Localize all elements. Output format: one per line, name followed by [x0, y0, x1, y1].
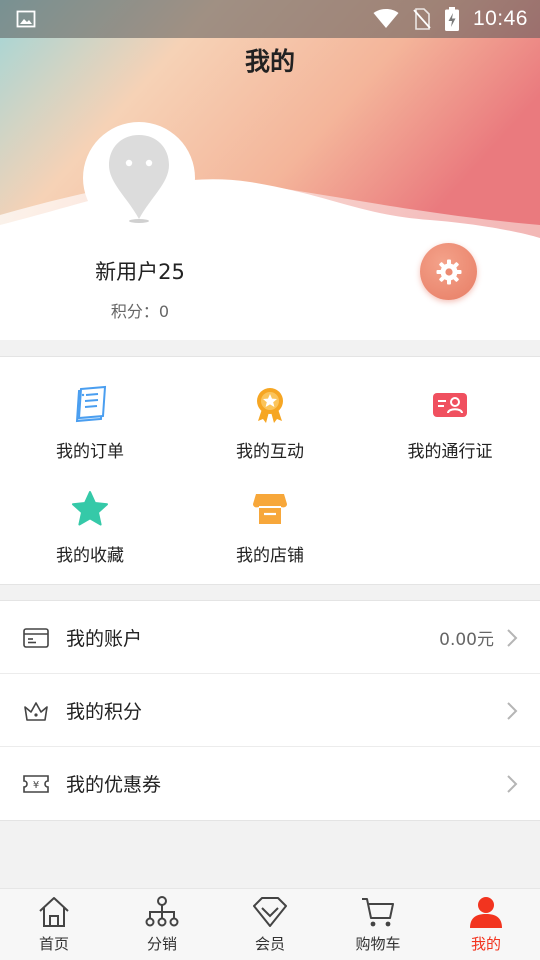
star-icon	[72, 491, 108, 526]
nav-cart[interactable]: 购物车	[324, 889, 432, 960]
grid-item-label: 我的订单	[56, 442, 124, 462]
user-icon	[470, 897, 502, 928]
chevron-right-icon	[507, 629, 518, 647]
grid-item-label: 我的互动	[236, 442, 304, 462]
nav-mine[interactable]: 我的	[432, 889, 540, 960]
profile-header: 我的 新用户25 积分：0	[0, 0, 540, 340]
nav-distribution[interactable]: 分销	[108, 889, 216, 960]
image-notification-icon	[16, 10, 36, 28]
grid-item-label: 我的店铺	[236, 546, 304, 566]
status-time: 10:46	[472, 7, 528, 30]
id-card-icon	[433, 393, 467, 417]
network-icon	[145, 896, 179, 927]
wifi-icon	[373, 9, 399, 28]
avatar-placeholder-icon	[109, 135, 169, 223]
chevron-right-icon	[507, 775, 518, 793]
list-item-label: 我的优惠券	[66, 774, 162, 796]
grid-item-interactions[interactable]: 我的互动	[180, 357, 360, 462]
chevron-right-icon	[507, 702, 518, 720]
status-bar: 10:46	[0, 0, 540, 38]
grid-item-label: 我的收藏	[56, 546, 124, 566]
points-text: 积分：0	[110, 302, 170, 321]
order-list-icon	[75, 385, 107, 423]
list-item-account[interactable]: 我的账户 0.00元	[0, 601, 540, 674]
account-balance: 0.00元	[439, 629, 494, 650]
nav-label: 分销	[146, 935, 177, 953]
home-icon	[39, 897, 69, 927]
nav-home[interactable]: 首页	[0, 889, 108, 960]
nav-label: 我的	[470, 935, 501, 953]
list-item-coupons[interactable]: ¥ 我的优惠券	[0, 747, 540, 820]
list-item-label: 我的积分	[66, 700, 143, 723]
grid-item-store[interactable]: 我的店铺	[180, 461, 360, 566]
coupon-icon: ¥	[23, 775, 49, 793]
nav-label: 会员	[254, 935, 285, 953]
diamond-icon	[253, 897, 287, 927]
username: 新用户25	[95, 260, 185, 284]
grid-item-label: 我的通行证	[407, 442, 493, 462]
grid-item-pass[interactable]: 我的通行证	[360, 357, 540, 462]
account-list: 我的账户 0.00元 我的积分 ¥ 我的优惠券	[0, 600, 540, 821]
card-icon	[23, 628, 49, 648]
page-title: 我的	[244, 47, 295, 76]
grid-item-orders[interactable]: 我的订单	[0, 357, 180, 462]
cart-icon	[362, 898, 394, 927]
store-icon	[253, 494, 287, 524]
avatar[interactable]	[83, 122, 195, 234]
crown-icon	[24, 702, 48, 721]
list-item-points[interactable]: 我的积分	[0, 674, 540, 747]
nav-member[interactable]: 会员	[216, 889, 324, 960]
list-item-label: 我的账户	[66, 627, 143, 650]
settings-button[interactable]	[420, 243, 477, 300]
no-sim-icon	[413, 8, 431, 30]
svg-text:¥: ¥	[33, 780, 39, 791]
gear-icon	[436, 259, 461, 284]
medal-icon	[257, 388, 283, 423]
battery-charging-icon	[444, 7, 459, 31]
nav-label: 购物车	[355, 935, 401, 953]
grid-item-favorites[interactable]: 我的收藏	[0, 461, 180, 566]
bottom-nav: 首页 分销 会员 购物车 我的	[0, 888, 540, 960]
function-grid: 我的订单 我的互动 我的通行证 我的收藏 我的店铺	[0, 356, 540, 585]
nav-label: 首页	[38, 935, 69, 953]
